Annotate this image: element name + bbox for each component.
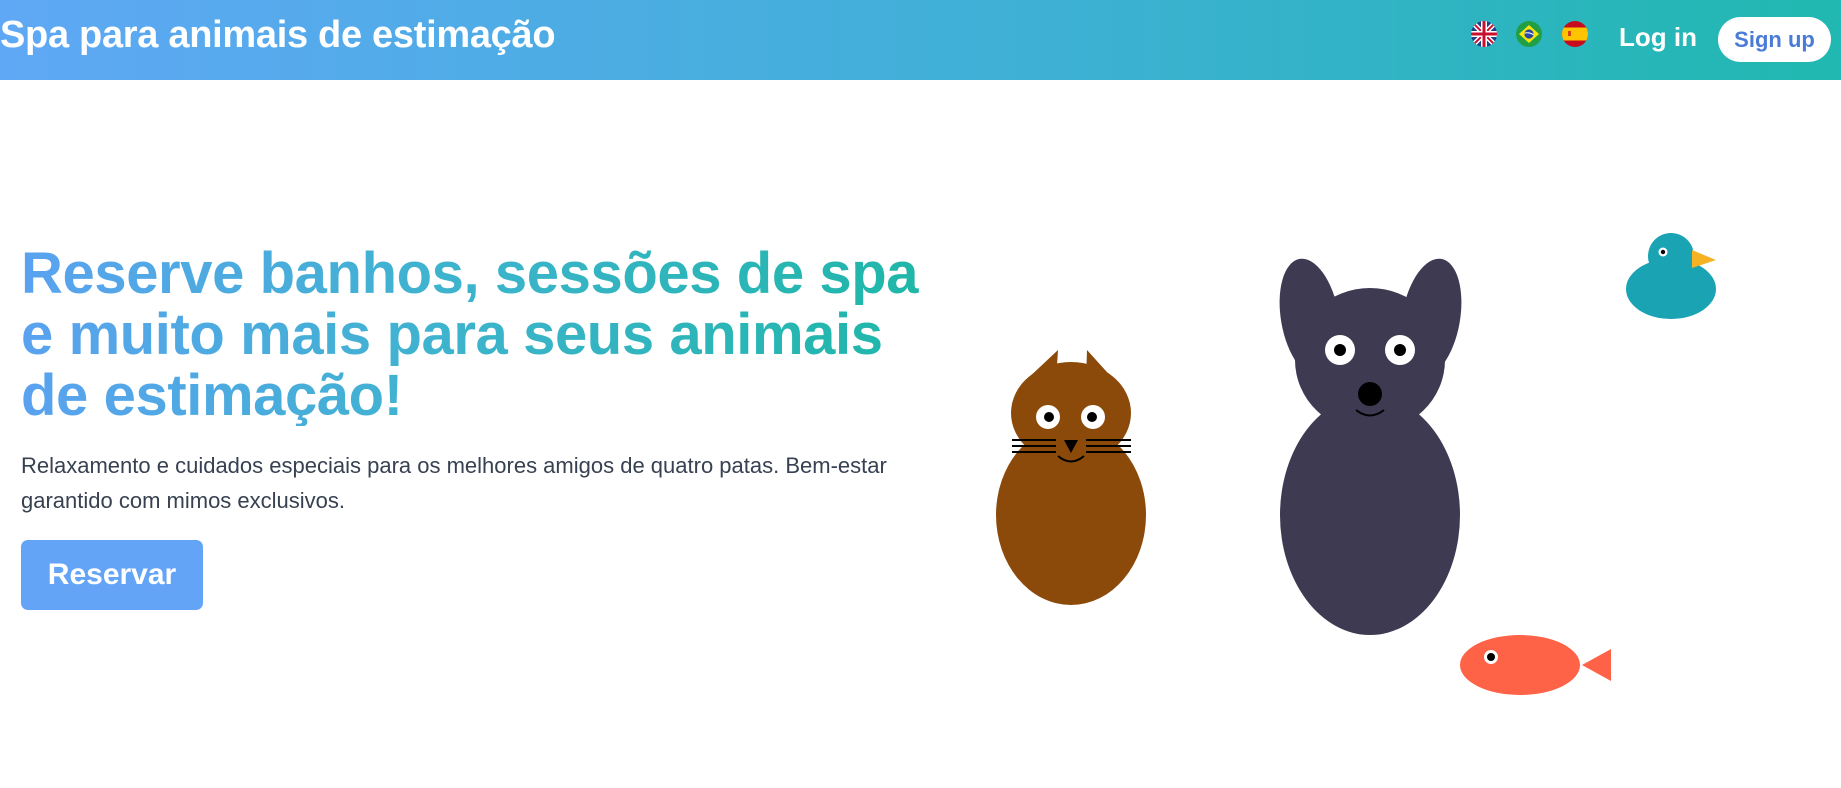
pets-illustration bbox=[996, 233, 1716, 695]
cat-illustration bbox=[996, 350, 1146, 605]
fish-illustration bbox=[1460, 635, 1611, 695]
duck-illustration bbox=[1626, 233, 1716, 319]
dog-illustration bbox=[1279, 258, 1462, 635]
